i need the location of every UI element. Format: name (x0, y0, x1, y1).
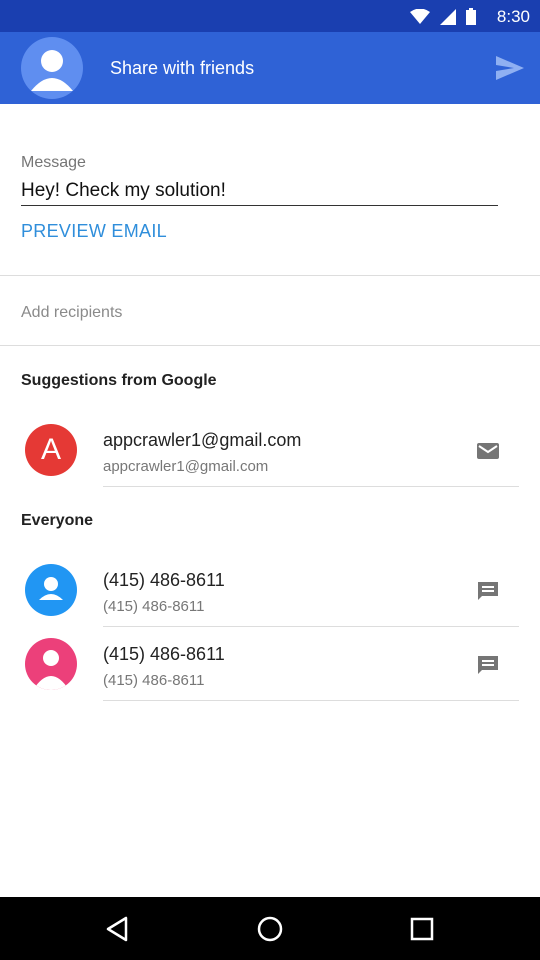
row-divider (103, 486, 519, 487)
contact-avatar: A (25, 424, 77, 476)
status-bar: 8:30 (0, 0, 540, 32)
preview-email-button[interactable]: PREVIEW EMAIL (21, 221, 167, 242)
contact-row[interactable]: (415) 486-8611 (415) 486-8611 (0, 627, 540, 701)
contact-row[interactable]: (415) 486-8611 (415) 486-8611 (0, 553, 540, 627)
back-icon[interactable] (104, 915, 132, 943)
wifi-icon (410, 8, 430, 24)
contact-row[interactable]: A appcrawler1@gmail.com appcrawler1@gmai… (0, 413, 540, 487)
message-label: Message (21, 154, 86, 171)
contact-secondary-text: (415) 486-8611 (103, 672, 205, 689)
contact-primary-text: appcrawler1@gmail.com (103, 430, 302, 450)
contact-primary-text: (415) 486-8611 (103, 570, 225, 590)
message-icon[interactable] (476, 581, 500, 601)
navigation-bar (0, 897, 540, 960)
message-input[interactable] (21, 176, 498, 206)
row-divider (103, 700, 519, 701)
profile-avatar-icon[interactable] (21, 37, 83, 99)
battery-icon (466, 8, 476, 25)
status-time: 8:30 (496, 7, 530, 26)
home-icon[interactable] (256, 915, 284, 943)
divider (0, 345, 540, 346)
signal-icon (440, 8, 456, 25)
screen: 8:30 Share with friends Message PREVIEW … (0, 0, 540, 960)
contact-primary-text: (415) 486-8611 (103, 644, 225, 664)
contact-avatar-icon (25, 564, 77, 616)
contact-secondary-text: appcrawler1@gmail.com (103, 458, 269, 475)
status-icons (410, 8, 476, 25)
message-icon[interactable] (476, 655, 500, 675)
email-icon[interactable] (476, 441, 500, 461)
app-bar: Share with friends (0, 32, 540, 104)
suggestions-title: Suggestions from Google (21, 372, 217, 389)
add-recipients-input[interactable] (21, 300, 521, 326)
contact-secondary-text: (415) 486-8611 (103, 598, 205, 615)
recents-icon[interactable] (408, 915, 436, 943)
contact-avatar-icon (25, 638, 77, 690)
send-icon[interactable] (494, 54, 526, 82)
divider (0, 275, 540, 276)
page-title: Share with friends (110, 58, 255, 78)
everyone-title: Everyone (21, 512, 94, 529)
